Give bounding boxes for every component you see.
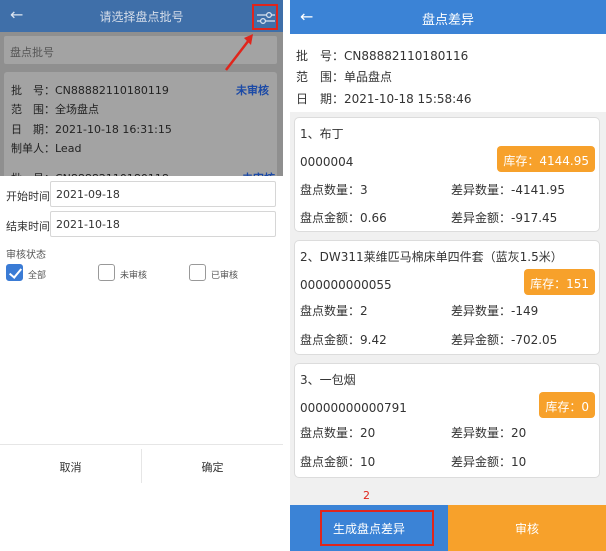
- batch-creator: 制单人：Lead: [11, 142, 82, 155]
- checkbox-icon: [98, 264, 115, 281]
- checkbox-label: 全部: [28, 271, 47, 281]
- stock-badge: 库存：4144.95: [497, 146, 595, 172]
- item-count: 盘点数量：2: [300, 304, 368, 318]
- item-count: 盘点数量：3: [300, 183, 368, 197]
- confirm-button[interactable]: 确定: [142, 445, 283, 487]
- item-name: 1、布丁: [300, 127, 344, 141]
- diff-item[interactable]: 2、DW311莱维匹马棉床单四件套（蓝灰1.5米） 000000000055 库…: [294, 240, 600, 355]
- audit-status-title: 审核状态: [6, 250, 46, 261]
- audit-button[interactable]: 审核: [448, 505, 606, 551]
- item-count: 盘点数量：20: [300, 426, 376, 440]
- end-date-row: 结束时间 2021-10-18: [0, 211, 283, 237]
- batch-number: 批 号：CN88882110180119: [11, 84, 169, 97]
- diff-item[interactable]: 3、一包烟 00000000000791 库存：0 盘点数量：20 差异数量：2…: [294, 363, 600, 478]
- batch-number-2: 批 号：CN88882110180118: [11, 170, 169, 176]
- end-date-input[interactable]: 2021-10-18: [50, 211, 276, 237]
- item-name: 2、DW311莱维匹马棉床单四件套（蓝灰1.5米）: [300, 250, 563, 264]
- item-amount: 盘点金额：9.42: [300, 333, 387, 347]
- end-date-label: 结束时间: [6, 220, 50, 233]
- item-code: 0000004: [300, 155, 354, 169]
- inventory-diff-screen: ← 盘点差异 批 号：CN88882110180116 范 围：单品盘点 日 期…: [290, 0, 606, 551]
- item-code: 00000000000791: [300, 401, 407, 415]
- audit-label: 审核: [514, 522, 539, 536]
- info-date: 日 期：2021-10-18 15:58:46: [296, 92, 472, 106]
- start-date-input[interactable]: 2021-09-18: [50, 181, 276, 207]
- item-diff-count: 差异数量：-149: [451, 304, 539, 318]
- item-amount: 盘点金额：0.66: [300, 211, 387, 225]
- start-date-label: 开始时间: [6, 190, 50, 203]
- annotation-arrow: [225, 34, 253, 71]
- info-scope: 范 围：单品盘点: [296, 70, 393, 84]
- status-badge-2: 未审核: [242, 170, 275, 176]
- item-diff-amount: 差异金额：-917.45: [451, 211, 558, 225]
- item-diff-amount: 差异金额：-702.05: [451, 333, 558, 347]
- cancel-button[interactable]: 取消: [0, 445, 141, 487]
- checkbox-label: 已审核: [211, 271, 239, 281]
- item-name: 3、一包烟: [300, 373, 356, 387]
- generate-diff-button[interactable]: 生成盘点差异: [290, 505, 448, 551]
- checkbox-icon: [189, 264, 206, 281]
- batch-select-screen: ← 请选择盘点批号 盘点批号 批 号：CN88882110180119 范 围：…: [0, 0, 283, 551]
- diff-item[interactable]: 1、布丁 0000004 库存：4144.95 盘点数量：3 差异数量：-414…: [294, 117, 600, 232]
- item-diff-amount: 差异金额：10: [451, 455, 527, 469]
- batch-scope: 范 围：全场盘点: [11, 103, 99, 116]
- batch-date: 日 期：2021-10-18 16:31:15: [11, 123, 172, 136]
- filter-footer: 取消 确定: [0, 444, 283, 486]
- status-badge: 未审核: [236, 84, 269, 97]
- checkbox-label: 未审核: [120, 271, 148, 281]
- start-date-row: 开始时间 2021-09-18: [0, 181, 283, 207]
- item-diff-count: 差异数量：20: [451, 426, 527, 440]
- info-batch: 批 号：CN88882110180116: [296, 49, 469, 63]
- batch-info: 批 号：CN88882110180116 范 围：单品盘点 日 期：2021-1…: [290, 34, 606, 112]
- right-header: ← 盘点差异: [290, 0, 606, 34]
- stock-badge: 库存：0: [539, 392, 595, 418]
- bottom-action-bar: 生成盘点差异 审核: [290, 505, 606, 551]
- stock-badge: 库存：151: [524, 269, 595, 295]
- generate-diff-label: 生成盘点差异: [332, 522, 405, 536]
- item-code: 000000000055: [300, 278, 392, 292]
- right-page-title: 盘点差异: [421, 13, 474, 28]
- item-amount: 盘点金额：10: [300, 455, 376, 469]
- step-marker: 2: [363, 489, 370, 502]
- item-diff-count: 差异数量：-4141.95: [451, 183, 565, 197]
- checkbox-checked-icon: [6, 264, 23, 281]
